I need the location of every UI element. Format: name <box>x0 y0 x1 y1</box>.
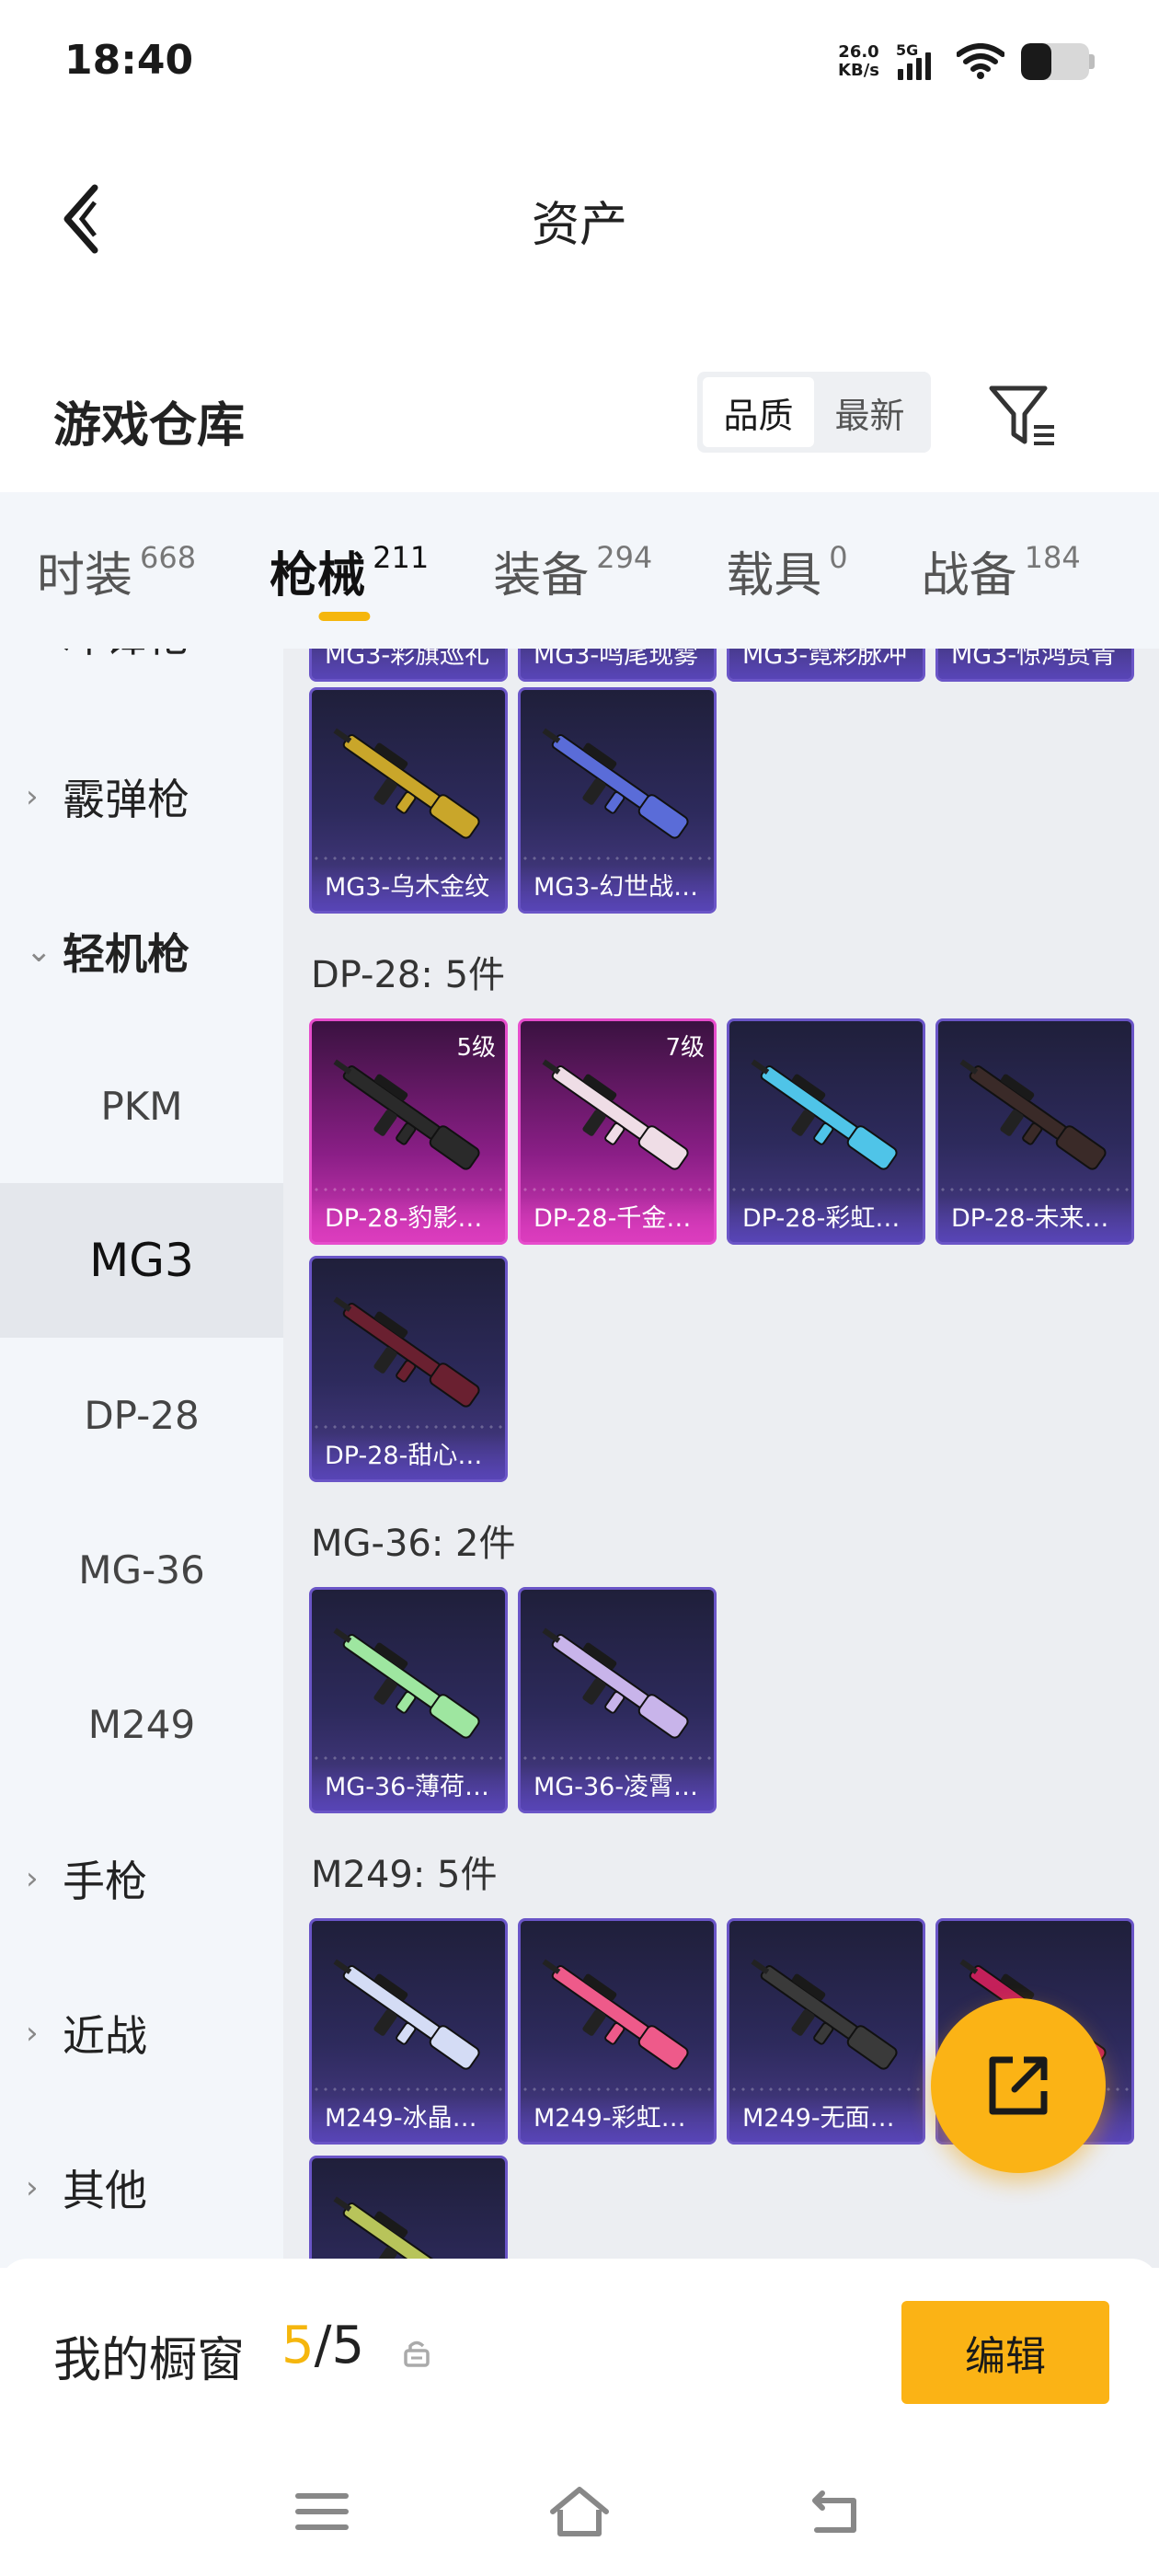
chevron-right-icon: › <box>26 1860 39 1897</box>
level-badge: 7级 <box>665 1034 705 1062</box>
item-card[interactable]: MG3-彩旗巡礼 <box>309 649 508 682</box>
weapon-image <box>751 1959 898 2070</box>
chevron-right-icon: › <box>26 2169 39 2206</box>
category-tabs: 时装 668 枪械 211 装备 294 载具 0 战备 184 <box>0 492 1159 649</box>
item-card[interactable]: 5级 DP-28-豹影… <box>309 1018 508 1245</box>
item-card[interactable]: DP-28-甜心… <box>309 1256 508 1482</box>
sort-toggle: 品质 最新 <box>697 372 931 453</box>
item-card[interactable]: M249-无面… <box>727 1918 925 2145</box>
share-icon <box>989 2056 1048 2115</box>
tab-vehicles[interactable]: 载具 0 <box>726 492 847 649</box>
page-title: 资产 <box>531 198 627 253</box>
network-speed: 26.0 KB/s <box>838 42 879 80</box>
signal-icon: 5G <box>896 41 940 80</box>
sidebar-item-pistol[interactable]: › 手枪 <box>0 1801 283 1956</box>
item-card[interactable]: MG3-惊鸿赏青 <box>935 649 1134 682</box>
showcase-title: 我的橱窗 <box>53 2333 246 2388</box>
sidebar-item-mg36[interactable]: MG-36 <box>0 1492 283 1647</box>
item-card[interactable]: DP-28-未来… <box>935 1018 1134 1245</box>
warehouse-header: 游戏仓库 品质 最新 <box>0 359 1159 488</box>
tab-fashion[interactable]: 时装 668 <box>37 492 196 649</box>
section-title-mg36: MG-36: 2件 <box>311 1523 516 1565</box>
warehouse-title: 游戏仓库 <box>53 398 246 454</box>
system-nav-bar <box>0 2443 1159 2576</box>
item-card[interactable]: 7级 DP-28-千金… <box>518 1018 717 1245</box>
item-card[interactable]: MG3-乌木金纹 <box>309 687 508 914</box>
sidebar-item-lmg[interactable]: ⌄ 轻机枪 <box>0 874 283 1029</box>
weapon-image <box>333 2196 480 2268</box>
weapon-image <box>959 1059 1107 1170</box>
home-nav-button[interactable] <box>538 2479 621 2544</box>
sidebar-item-mg3[interactable]: MG3 <box>0 1183 283 1338</box>
filter-icon <box>989 385 1054 445</box>
weapon-image <box>542 1627 689 1739</box>
menu-nav-button[interactable] <box>281 2479 363 2544</box>
sidebar-item-other[interactable]: › 其他 <box>0 2110 283 2265</box>
battery-icon <box>1021 43 1095 80</box>
item-card[interactable]: MG3-鸣尾现雾 <box>518 649 717 682</box>
weapon-image <box>542 1959 689 2070</box>
sidebar-item-pkm[interactable]: PKM <box>0 1029 283 1183</box>
item-card[interactable]: M249-冰晶… <box>309 1918 508 2145</box>
tab-supplies[interactable]: 战备 184 <box>922 492 1081 649</box>
chevron-down-icon: ⌄ <box>26 933 52 970</box>
back-icon <box>812 2490 856 2533</box>
level-badge: 5级 <box>456 1034 496 1062</box>
weapon-type-sidebar: › 冲锋枪 › 霰弹枪 ⌄ 轻机枪 PKM MG3 DP-28 MG-36 M2… <box>0 649 283 2268</box>
chevron-right-icon: › <box>26 778 39 815</box>
weapon-image <box>751 1059 898 1170</box>
item-card[interactable]: MG-36-凌霄… <box>518 1587 717 1813</box>
sidebar-item-melee[interactable]: › 近战 <box>0 1956 283 2110</box>
item-card[interactable]: DP-28-彩虹… <box>727 1018 925 1245</box>
sort-newest-option[interactable]: 最新 <box>814 377 925 447</box>
share-fab-button[interactable] <box>931 1998 1106 2173</box>
menu-icon <box>295 2493 349 2530</box>
tab-equipment[interactable]: 装备 294 <box>493 492 652 649</box>
header: 资产 <box>0 110 1159 313</box>
weapon-image <box>333 728 480 839</box>
sidebar-item-m249[interactable]: M249 <box>0 1647 283 1801</box>
weapon-image <box>333 1296 480 1408</box>
home-icon <box>550 2487 609 2536</box>
status-time: 18:40 <box>64 37 194 84</box>
weapon-image <box>542 1059 689 1170</box>
sidebar-item-shotgun[interactable]: › 霰弹枪 <box>0 719 283 874</box>
weapon-image <box>333 1959 480 2070</box>
item-card[interactable]: MG-36-薄荷… <box>309 1587 508 1813</box>
weapon-image <box>333 1627 480 1739</box>
section-title-m249: M249: 5件 <box>311 1854 498 1896</box>
filter-button[interactable] <box>984 379 1061 456</box>
weapon-image <box>542 728 689 839</box>
item-card[interactable]: M249-彩虹… <box>518 1918 717 2145</box>
tab-firearms[interactable]: 枪械 211 <box>270 492 429 649</box>
edit-button[interactable]: 编辑 <box>901 2301 1109 2404</box>
item-card[interactable]: MG3-幻世战… <box>518 687 717 914</box>
active-tab-indicator <box>318 612 371 621</box>
item-card[interactable]: MG3-霓彩脉冲 <box>727 649 925 682</box>
chevron-right-icon: › <box>26 2015 39 2052</box>
weapon-image <box>333 1059 480 1170</box>
item-card[interactable] <box>309 2156 508 2268</box>
sidebar-item-dp28[interactable]: DP-28 <box>0 1338 283 1492</box>
status-bar: 18:40 26.0 KB/s 5G <box>0 0 1159 110</box>
back-nav-button[interactable] <box>796 2479 878 2544</box>
wifi-icon <box>957 43 1004 79</box>
showcase-count: 5/5 <box>281 2316 365 2375</box>
sidebar-item-smg[interactable]: › 冲锋枪 <box>0 649 283 711</box>
chevron-right-icon: › <box>26 649 53 652</box>
sort-quality-option[interactable]: 品质 <box>703 377 814 447</box>
section-title-dp28: DP-28: 5件 <box>311 954 506 996</box>
lock-icon <box>404 2340 430 2367</box>
status-icons: 26.0 KB/s 5G <box>838 39 1095 85</box>
showcase-bar: 我的橱窗 5/5 编辑 <box>0 2259 1159 2443</box>
